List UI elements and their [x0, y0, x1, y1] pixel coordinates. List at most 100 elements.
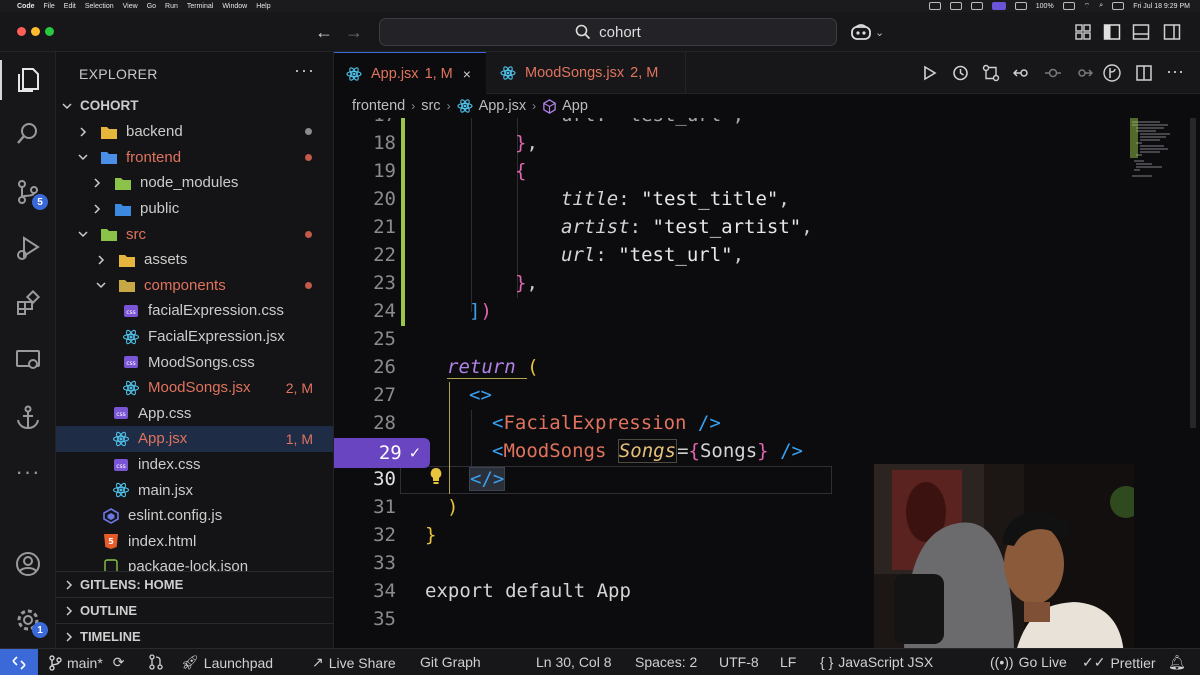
tree-folder-components[interactable]: components: [56, 273, 333, 299]
go-live-button[interactable]: ((•)) Go Live: [990, 654, 1067, 670]
tree-folder-node-modules[interactable]: node_modules: [56, 170, 333, 196]
panel-outline-label: OUTLINE: [80, 603, 138, 618]
breadcrumb-app-jsx[interactable]: App.jsx: [479, 98, 527, 114]
line-29-commit-badge[interactable]: 29 ✓: [334, 438, 430, 468]
split-editor-icon[interactable]: [1135, 64, 1153, 82]
extensions-icon[interactable]: [12, 288, 44, 320]
indentation[interactable]: Spaces: 2: [635, 654, 697, 670]
menubar-clock[interactable]: Fri Jul 18 9:29 PM: [1133, 3, 1190, 10]
git-graph-button[interactable]: Git Graph: [420, 654, 481, 670]
language-mode[interactable]: { } JavaScript JSX: [820, 654, 933, 670]
git-graph-icon[interactable]: [1103, 64, 1121, 82]
run-icon[interactable]: [920, 64, 938, 82]
tree-file-app-jsx[interactable]: App.jsx 1, M: [56, 426, 333, 452]
tray-icon[interactable]: [949, 2, 962, 10]
accounts-icon[interactable]: [12, 548, 44, 580]
command-center-search[interactable]: cohort: [379, 18, 837, 46]
remote-indicator[interactable]: [0, 649, 38, 675]
breadcrumb-frontend[interactable]: frontend: [352, 98, 405, 114]
search-icon[interactable]: [12, 118, 44, 150]
tree-file-moodsongs-jsx[interactable]: MoodSongs.jsx 2, M: [56, 375, 333, 401]
menu-selection[interactable]: Selection: [85, 3, 114, 10]
battery-icon[interactable]: [1062, 2, 1075, 10]
tree-file-app-css[interactable]: css App.css: [56, 401, 333, 427]
spotlight-icon[interactable]: ⌕: [1099, 2, 1103, 10]
tab-moodsongs-jsx[interactable]: MoodSongs.jsx 2, M: [486, 52, 686, 94]
wifi-icon[interactable]: ⌔: [1084, 2, 1091, 11]
next-change-icon[interactable]: [1075, 64, 1093, 82]
more-actions-icon[interactable]: ···: [1166, 62, 1184, 82]
minimap[interactable]: [1130, 118, 1188, 188]
end-of-line[interactable]: LF: [780, 654, 796, 670]
more-icon[interactable]: ···: [12, 456, 44, 488]
more-actions-icon[interactable]: ···: [294, 60, 315, 81]
previous-change-icon[interactable]: [1013, 64, 1031, 82]
breadcrumb-app-symbol[interactable]: App: [562, 98, 588, 114]
menu-terminal[interactable]: Terminal: [187, 3, 213, 10]
screen-record-icon[interactable]: [991, 2, 1006, 10]
tree-file-eslint-config-js[interactable]: eslint.config.js: [56, 503, 333, 529]
menu-run[interactable]: Run: [165, 3, 178, 10]
source-control-icon[interactable]: 5: [12, 176, 48, 210]
commit-icon[interactable]: [1044, 64, 1062, 82]
tree-folder-frontend[interactable]: frontend: [56, 145, 333, 171]
minimize-window-icon[interactable]: [31, 27, 40, 36]
menu-window[interactable]: Window: [222, 3, 247, 10]
sidebar-toggle-icon[interactable]: [1103, 23, 1121, 41]
tree-file-facialexpression-css[interactable]: css facialExpression.css: [56, 298, 333, 324]
remote-explorer-icon[interactable]: [12, 344, 44, 376]
tree-file-index-html[interactable]: 5 index.html: [56, 529, 333, 555]
arrow-left-icon[interactable]: ←: [313, 20, 335, 44]
explorer-root[interactable]: COHORT: [56, 93, 333, 119]
copilot-menu[interactable]: ⌄: [850, 22, 888, 42]
menu-help[interactable]: Help: [256, 3, 270, 10]
tree-folder-src[interactable]: src: [56, 221, 333, 247]
tree-folder-assets[interactable]: assets: [56, 247, 333, 273]
close-window-icon[interactable]: [17, 27, 26, 36]
pull-request-icon[interactable]: [148, 654, 164, 670]
cursor-position[interactable]: Ln 30, Col 8: [536, 654, 612, 670]
lightbulb-icon[interactable]: [428, 467, 444, 485]
tray-icon[interactable]: [970, 2, 983, 10]
compare-changes-icon[interactable]: [982, 64, 1000, 82]
panel-toggle-icon[interactable]: [1132, 23, 1150, 41]
encoding[interactable]: UTF-8: [719, 654, 759, 670]
notifications-bell-icon[interactable]: 🔔︎: [1168, 654, 1186, 671]
menu-app-name[interactable]: Code: [17, 3, 35, 10]
menu-edit[interactable]: Edit: [64, 3, 76, 10]
branch-indicator[interactable]: main* ⟳: [48, 654, 125, 671]
history-icon[interactable]: [951, 64, 969, 82]
live-share-button[interactable]: ↗ Live Share: [312, 654, 396, 671]
breadcrumb-src[interactable]: src: [421, 98, 440, 114]
panel-gitlens-home[interactable]: GITLENS: HOME: [56, 571, 333, 597]
tab-app-jsx[interactable]: App.jsx 1, M ×: [334, 52, 486, 94]
tree-file-main-jsx[interactable]: main.jsx: [56, 477, 333, 503]
tree-file-moodsongs-css[interactable]: css MoodSongs.css: [56, 349, 333, 375]
tree-file-index-css[interactable]: css index.css: [56, 452, 333, 478]
layout-icon[interactable]: [1074, 23, 1092, 41]
menu-go[interactable]: Go: [147, 3, 156, 10]
panel-outline[interactable]: OUTLINE: [56, 597, 333, 623]
tree-file-facialexpression-jsx[interactable]: FacialExpression.jsx: [56, 324, 333, 350]
code-line-26: return (: [447, 356, 539, 379]
tree-folder-public[interactable]: public: [56, 196, 333, 222]
menu-view[interactable]: View: [123, 3, 138, 10]
tray-icon[interactable]: [928, 2, 941, 10]
prettier-button[interactable]: ✓✓ Prettier: [1082, 654, 1156, 671]
zoom-window-icon[interactable]: [45, 27, 54, 36]
editor-scrollbar[interactable]: [1190, 118, 1196, 428]
settings-gear-icon[interactable]: 1: [12, 604, 48, 638]
tray-icon[interactable]: [1014, 2, 1027, 10]
secondary-sidebar-icon[interactable]: [1163, 23, 1181, 41]
sync-icon[interactable]: ⟳: [113, 654, 125, 671]
panel-timeline[interactable]: TIMELINE: [56, 623, 333, 648]
control-center-icon[interactable]: [1112, 2, 1125, 10]
anchor-icon[interactable]: [12, 402, 44, 434]
launchpad-button[interactable]: 🚀︎ Launchpad: [181, 654, 273, 671]
menu-file[interactable]: File: [44, 3, 55, 10]
close-icon[interactable]: ×: [463, 66, 471, 82]
explorer-icon[interactable]: [12, 64, 44, 96]
arrow-right-icon[interactable]: →: [343, 20, 365, 44]
tree-folder-backend[interactable]: backend: [56, 119, 333, 145]
run-debug-icon[interactable]: [12, 232, 44, 264]
